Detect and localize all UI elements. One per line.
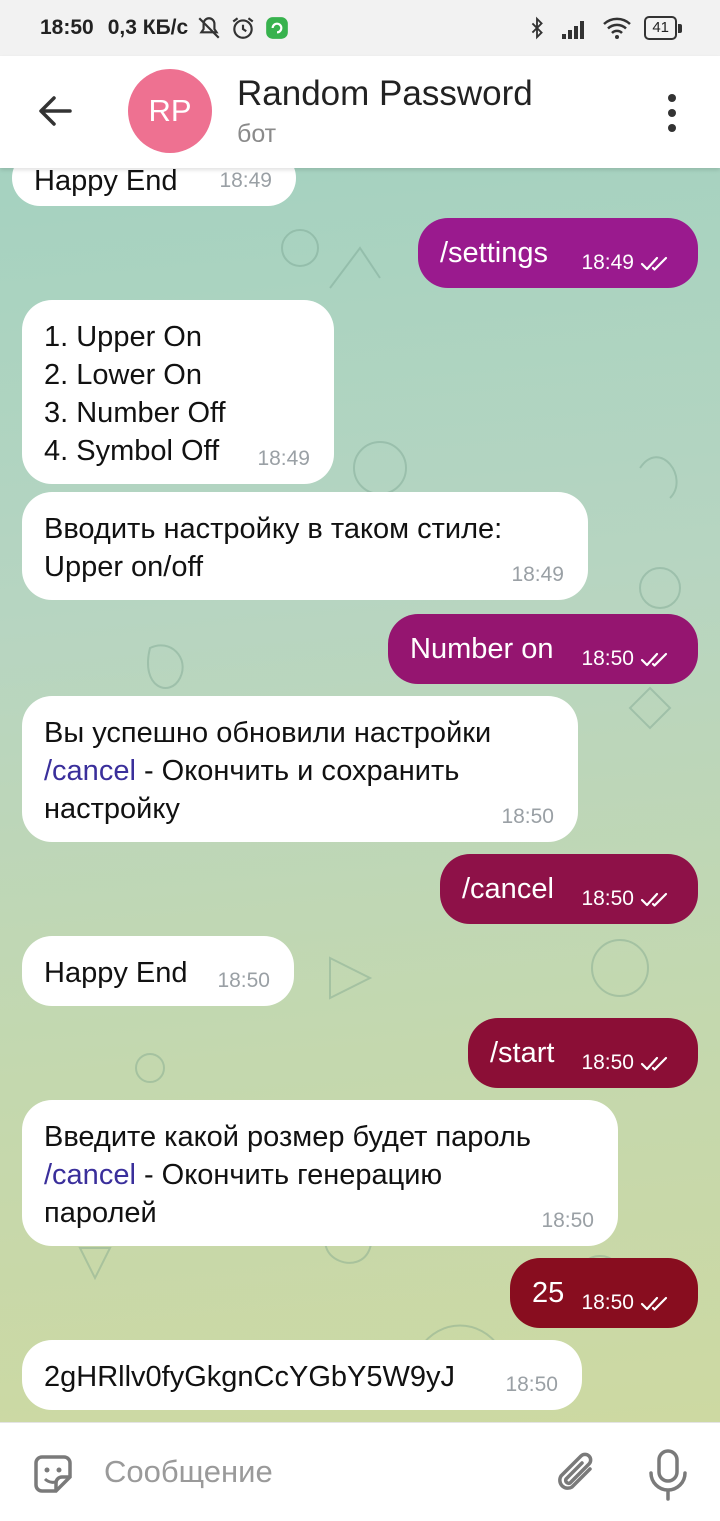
attach-paperclip-icon[interactable]	[552, 1447, 602, 1501]
message-meta: 18:50	[541, 1202, 594, 1240]
network-speed: 0,3 КБ/с	[107, 16, 189, 39]
bluetooth-icon	[532, 16, 544, 40]
message-time: 18:50	[217, 969, 270, 992]
message-input[interactable]	[104, 1447, 524, 1497]
message-time: 18:50	[581, 647, 634, 670]
message-time: 18:49	[581, 251, 634, 274]
read-check-icon	[640, 892, 668, 907]
outgoing-message[interactable]: 25 18:50	[510, 1258, 698, 1328]
incoming-message[interactable]: Happy End 18:49	[12, 168, 296, 206]
incoming-message[interactable]: Happy End 18:50	[22, 936, 294, 1006]
sticker-emoji-icon[interactable]	[28, 1449, 78, 1499]
mute-notification-icon	[198, 17, 220, 39]
back-arrow-icon[interactable]	[30, 86, 80, 136]
command-link[interactable]: /cancel	[44, 1159, 136, 1191]
incoming-message[interactable]: Введите какой розмер будет пароль/cancel…	[22, 1100, 618, 1246]
chat-title[interactable]: Random Password	[237, 74, 533, 114]
outgoing-message[interactable]: /start 18:50	[468, 1018, 698, 1088]
incoming-message[interactable]: Вы успешно обновили настройки/cancel - О…	[22, 696, 578, 842]
message-meta: 18:50	[581, 880, 674, 918]
signal-icon	[562, 21, 585, 39]
incoming-message[interactable]: 1. Upper On 2. Lower On 3. Number Off 4.…	[22, 300, 334, 484]
alarm-icon	[232, 17, 254, 39]
message-text: Введите какой розмер будет пароль/cancel…	[44, 1118, 594, 1232]
status-bar: 18:50 0,3 КБ/с 41	[0, 0, 720, 56]
message-time: 18:50	[505, 1373, 558, 1396]
message-text: 2gHRllv0fyGkgnCcYGbY5W9yJ	[44, 1361, 455, 1393]
status-time: 18:50	[40, 16, 94, 39]
message-time: 18:49	[511, 563, 564, 586]
read-check-icon	[640, 652, 668, 667]
message-meta: 18:49	[581, 244, 674, 282]
wifi-icon	[603, 17, 632, 39]
message-time: 18:50	[501, 805, 554, 828]
message-meta: 18:49	[257, 440, 310, 478]
message-meta: 18:50	[501, 798, 554, 836]
message-text-line: Вы успешно обновили настройки	[44, 717, 492, 749]
outgoing-message[interactable]: /settings 18:49	[418, 218, 698, 288]
message-meta: 18:50	[217, 962, 270, 1000]
app-notification-icon	[266, 17, 289, 39]
message-meta: 18:50	[581, 640, 674, 678]
message-time: 18:49	[219, 169, 272, 192]
message-meta: 18:50	[581, 1284, 674, 1322]
message-list[interactable]: Happy End 18:49/settings 18:49 1. Upper On …	[0, 168, 720, 1422]
incoming-message[interactable]: Вводить настройку в таком стиле: Upper o…	[22, 492, 588, 600]
chat-subtitle: бот	[237, 120, 277, 148]
read-check-icon	[640, 256, 668, 271]
incoming-message[interactable]: 2gHRllv0fyGkgnCcYGbY5W9yJ 18:50	[22, 1340, 582, 1410]
message-text-line: Введите какой розмер будет пароль	[44, 1121, 531, 1153]
more-options-icon[interactable]	[656, 88, 688, 138]
message-meta: 18:49	[511, 556, 564, 594]
message-time: 18:50	[581, 887, 634, 910]
avatar[interactable]: RP	[128, 69, 212, 153]
command-link[interactable]: /cancel	[44, 755, 136, 787]
chat-header: RP Random Password бот	[0, 56, 720, 168]
message-meta: 18:49	[219, 168, 272, 200]
outgoing-message[interactable]: /cancel 18:50	[440, 854, 698, 924]
message-text: Вводить настройку в таком стиле: Upper o…	[44, 513, 503, 583]
message-text: Вы успешно обновили настройки/cancel - О…	[44, 714, 554, 828]
message-time: 18:50	[581, 1051, 634, 1074]
read-check-icon	[640, 1056, 668, 1071]
message-time: 18:50	[541, 1209, 594, 1232]
battery-level: 41	[644, 16, 677, 40]
message-meta: 18:50	[505, 1366, 558, 1404]
message-time: 18:50	[581, 1291, 634, 1314]
outgoing-message[interactable]: Number on 18:50	[388, 614, 698, 684]
read-check-icon	[640, 1296, 668, 1311]
message-time: 18:49	[257, 447, 310, 470]
microphone-icon[interactable]	[646, 1447, 690, 1503]
battery-indicator: 41	[644, 16, 682, 40]
message-meta: 18:50	[581, 1044, 674, 1082]
message-composer	[0, 1422, 720, 1521]
